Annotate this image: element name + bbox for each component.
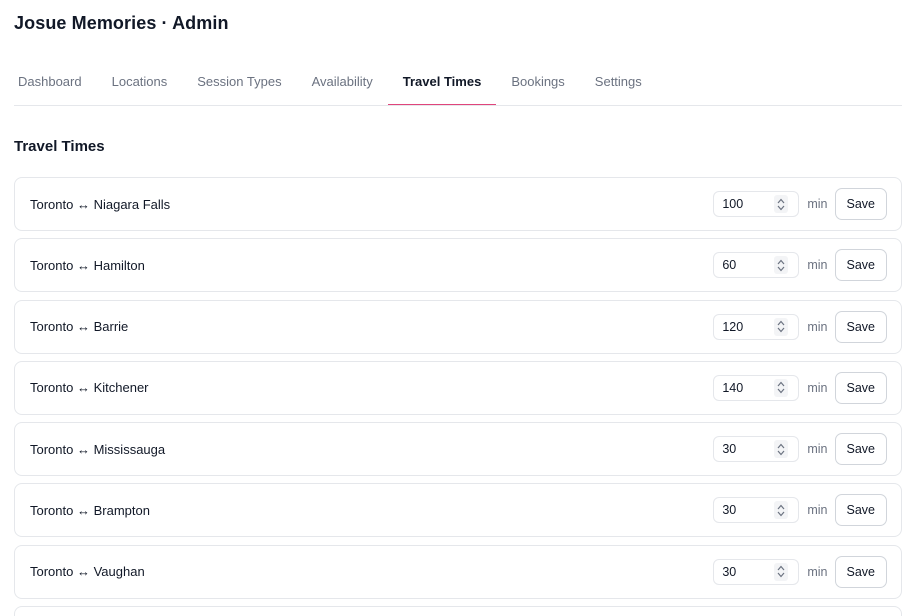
spinner-icon[interactable] <box>774 440 789 459</box>
minutes-input[interactable]: 60 <box>713 252 800 279</box>
spinner-icon[interactable] <box>774 256 789 275</box>
travel-time-row: Toronto ↔ Mississauga 30 min Save <box>14 422 902 477</box>
minutes-value: 100 <box>722 197 744 211</box>
unit-label: min <box>807 319 828 334</box>
spinner-icon[interactable] <box>774 317 789 336</box>
tab-bookings[interactable]: Bookings <box>496 60 579 104</box>
minutes-input[interactable]: 120 <box>713 313 800 340</box>
travel-time-row: Toronto ↔ Barrie 120 min Save <box>14 299 902 354</box>
unit-label: min <box>807 197 828 211</box>
minutes-input[interactable]: 100 <box>713 191 800 217</box>
travel-time-row: Toronto ↔ Hamilton 60 min Save <box>14 238 902 293</box>
route-label: Toronto ↔ Niagara Falls <box>30 196 171 212</box>
route-label: Toronto ↔ Kitchener <box>30 380 149 396</box>
spinner-icon[interactable] <box>774 378 789 397</box>
minutes-value: 60 <box>722 258 737 273</box>
route-label: Toronto ↔ Vaughan <box>30 564 145 580</box>
save-button[interactable]: Save <box>834 555 887 588</box>
route-label: Toronto ↔ Hamilton <box>30 257 145 273</box>
save-button[interactable]: Save <box>834 494 887 527</box>
tab-travel-times[interactable]: Travel Times <box>387 60 497 105</box>
save-button[interactable]: Save <box>834 371 887 404</box>
minutes-value: 30 <box>722 564 737 579</box>
tab-session-types[interactable]: Session Types <box>182 60 296 104</box>
nav-tabs: Dashboard Locations Session Types Availa… <box>14 60 902 106</box>
unit-label: min <box>807 503 828 518</box>
travel-time-row: Toronto ↔ Kitchener 140 min Save <box>14 360 902 415</box>
unit-label: min <box>807 380 828 395</box>
route-label: Toronto ↔ Brampton <box>30 502 150 518</box>
travel-time-row: Toronto ↔ Brampton 30 min Save <box>14 483 902 538</box>
minutes-input[interactable]: 140 <box>713 374 800 401</box>
unit-label: min <box>807 258 828 273</box>
save-button[interactable]: Save <box>834 310 887 343</box>
travel-times-list: Toronto ↔ Niagara Falls 100 min Save Tor… <box>14 177 902 616</box>
spinner-icon[interactable] <box>774 562 789 581</box>
save-button[interactable]: Save <box>834 249 887 282</box>
minutes-value: 30 <box>722 503 737 518</box>
minutes-value: 140 <box>722 380 744 395</box>
route-label: Toronto ↔ Barrie <box>30 319 129 335</box>
save-button[interactable]: Save <box>834 433 887 466</box>
minutes-input[interactable]: 30 <box>713 497 800 524</box>
route-label: Toronto ↔ Mississauga <box>30 441 166 457</box>
tab-locations[interactable]: Locations <box>97 60 183 104</box>
travel-time-row: Toronto ↔ Niagara Falls 100 min Save <box>14 177 902 231</box>
spinner-icon[interactable] <box>774 501 789 520</box>
minutes-value: 120 <box>722 319 744 334</box>
save-button[interactable]: Save <box>834 188 887 220</box>
minutes-input[interactable]: 30 <box>713 558 800 585</box>
travel-time-row: Toronto ↔ Vaughan 30 min Save <box>14 544 902 599</box>
tab-availability[interactable]: Availability <box>297 60 388 104</box>
spinner-icon[interactable] <box>774 195 789 213</box>
section-title: Travel Times <box>14 138 105 155</box>
tab-dashboard[interactable]: Dashboard <box>14 60 97 104</box>
app-title: Josue Memories · Admin <box>14 13 229 33</box>
minutes-input[interactable]: 30 <box>713 436 800 463</box>
unit-label: min <box>807 564 828 579</box>
tab-settings[interactable]: Settings <box>580 60 657 104</box>
minutes-value: 30 <box>722 442 737 457</box>
unit-label: min <box>807 442 828 457</box>
